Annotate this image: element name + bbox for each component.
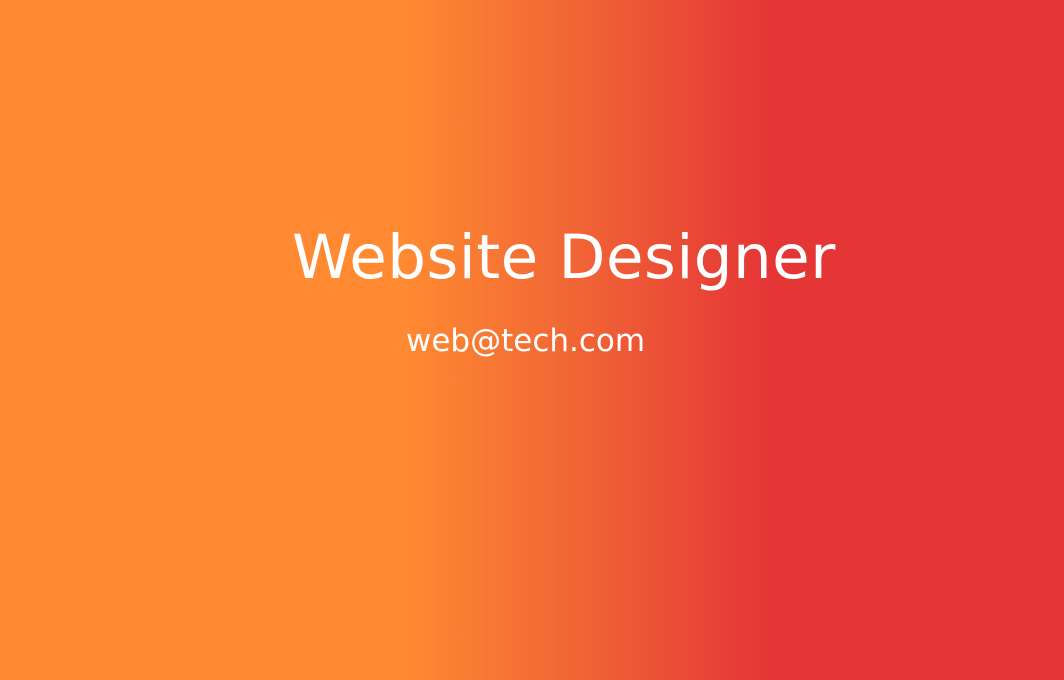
business-card: Website Designer web@tech.com: [0, 0, 1064, 680]
job-title: Website Designer: [292, 222, 836, 293]
email-address: web@tech.com: [406, 323, 646, 359]
